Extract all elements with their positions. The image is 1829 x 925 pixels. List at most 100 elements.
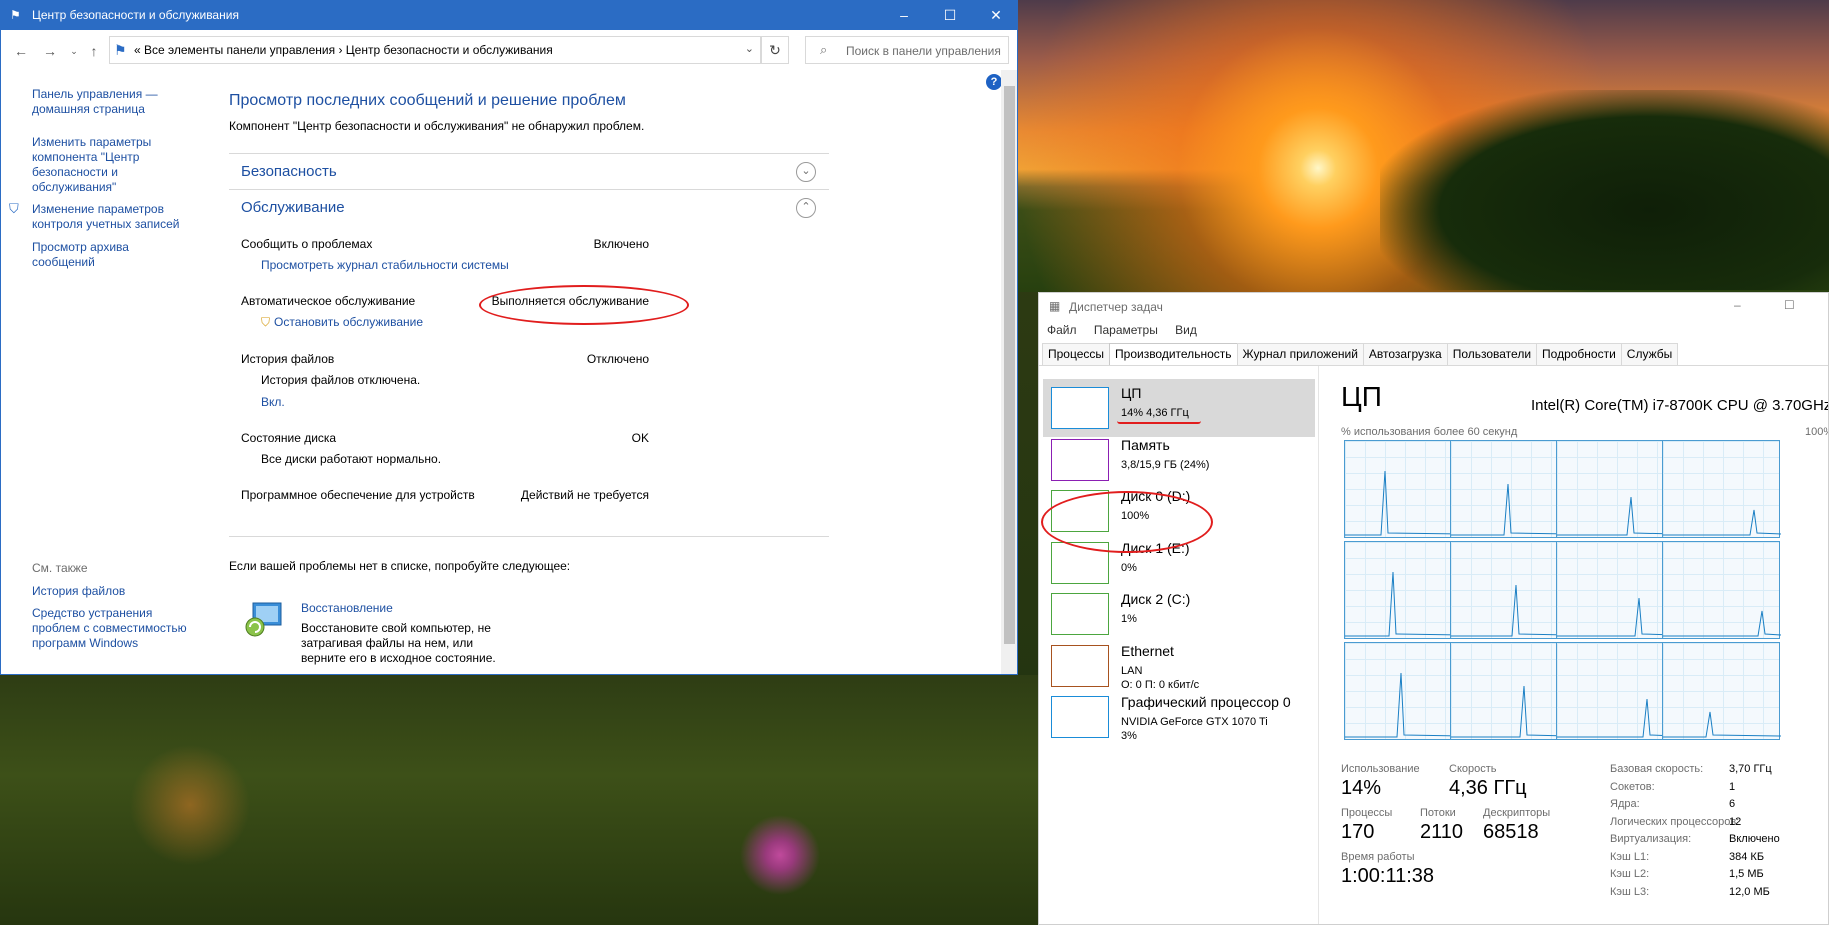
processes-label: Процессы — [1341, 807, 1393, 819]
see-also-file-history[interactable]: История файлов — [32, 584, 187, 599]
detail-value: 1 — [1729, 780, 1736, 793]
collapse-chevron-icon[interactable]: ⌃ — [796, 198, 816, 218]
back-arrow-icon[interactable]: ← — [12, 42, 30, 60]
resource-sparkline — [1051, 593, 1109, 635]
uac-shield-icon: ⛉ — [9, 201, 19, 216]
uptime-label: Время работы — [1341, 851, 1415, 863]
section-maintenance[interactable]: Обслуживание — [241, 199, 345, 216]
resource-item[interactable]: ЦП 14% 4,36 ГГц — [1043, 379, 1315, 437]
recovery-icon — [241, 599, 285, 639]
tab-performance[interactable]: Производительность — [1109, 343, 1238, 366]
expand-chevron-icon[interactable]: ⌄ — [796, 162, 816, 182]
row-value: Действий не требуется — [520, 488, 649, 502]
stability-log-link[interactable]: Просмотреть журнал стабильности системы — [261, 258, 509, 273]
help-icon[interactable]: ? — [986, 74, 1002, 90]
resource-item[interactable]: Диск 2 (C:) 1% — [1043, 585, 1315, 643]
task-manager-window: ▦ Диспетчер задач – ☐ Файл Параметры Вид… — [1038, 292, 1829, 925]
sidebar-link-change-settings[interactable]: Изменить параметры компонента "Центр без… — [32, 135, 187, 195]
maximize-button[interactable]: ☐ — [1784, 298, 1795, 312]
menu-file[interactable]: Файл — [1047, 323, 1077, 337]
tab-processes[interactable]: Процессы — [1042, 343, 1111, 365]
tab-users[interactable]: Пользователи — [1446, 343, 1538, 365]
up-arrow-icon[interactable]: ↑ — [85, 42, 103, 60]
detail-value: 12,0 МБ — [1729, 885, 1770, 898]
detail-value: 12 — [1729, 815, 1742, 828]
control-panel-window: ⚑ Центр безопасности и обслуживания – ☐ … — [0, 0, 1018, 675]
search-icon: ⌕ — [820, 42, 828, 57]
see-also-compatibility[interactable]: Средство устранения проблем с совместимо… — [32, 606, 187, 651]
flag-icon: ⚑ — [10, 8, 21, 22]
address-path[interactable]: « Все элементы панели управления › Центр… — [134, 43, 553, 57]
menu-options[interactable]: Параметры — [1094, 323, 1158, 337]
sidebar-home-link[interactable]: Панель управления — домашняя страница — [32, 87, 187, 117]
refresh-icon: ↻ — [769, 42, 781, 58]
menu-view[interactable]: Вид — [1175, 323, 1197, 337]
close-button[interactable]: ✕ — [973, 1, 1017, 30]
scrollbar-thumb[interactable] — [1004, 86, 1015, 644]
minimize-button[interactable]: – — [881, 1, 927, 30]
search-input[interactable]: ⌕ Поиск в панели управления — [805, 36, 1009, 64]
divider — [229, 189, 829, 190]
search-placeholder: Поиск в панели управления — [846, 44, 1001, 58]
detail-key: Кэш L1: — [1610, 850, 1650, 863]
row-label: Сообщить о проблемах — [241, 237, 373, 251]
core-graph — [1344, 642, 1463, 740]
core-graph — [1556, 541, 1675, 639]
resource-sparkline — [1051, 696, 1109, 738]
annotation-circle — [1041, 491, 1213, 553]
tab-bar: Процессы Производительность Журнал приложе… — [1042, 343, 1679, 366]
chevron-down-icon[interactable]: ⌄ — [745, 42, 754, 55]
recovery-description: Восстановите свой компьютер, не затрагив… — [301, 621, 496, 665]
resource-name: Память — [1121, 436, 1170, 453]
resource-value: 3,8/15,9 ГБ (24%) — [1121, 458, 1210, 471]
address-bar[interactable]: ⚑ « Все элементы панели управления › Цен… — [109, 36, 761, 64]
recent-dropdown-icon[interactable]: ⌄ — [65, 42, 83, 60]
core-graph — [1344, 440, 1463, 538]
annotation-circle — [479, 285, 689, 325]
vertical-scrollbar[interactable] — [1001, 70, 1017, 674]
stop-maintenance-label: Остановить обслуживание — [274, 315, 424, 329]
core-graph — [1450, 541, 1569, 639]
minimize-button[interactable]: – — [1734, 298, 1741, 312]
window-titlebar[interactable]: ▦ Диспетчер задач – ☐ — [1039, 293, 1828, 320]
window-titlebar[interactable]: ⚑ Центр безопасности и обслуживания – ☐ … — [1, 1, 1017, 30]
maximize-button[interactable]: ☐ — [927, 1, 973, 30]
divider — [1039, 365, 1828, 366]
resource-value-secondary: 3% — [1121, 730, 1137, 742]
tab-details[interactable]: Подробности — [1536, 343, 1622, 365]
row-value: Отключено — [586, 352, 649, 366]
enable-file-history-link[interactable]: Вкл. — [261, 395, 285, 410]
resource-name: ЦП — [1121, 385, 1142, 401]
resource-item[interactable]: Графический процессор 0 NVIDIA GeForce GT… — [1043, 688, 1315, 746]
resource-value: NVIDIA GeForce GTX 1070 Ti — [1121, 716, 1268, 728]
divider — [229, 153, 829, 154]
tab-services[interactable]: Службы — [1620, 343, 1679, 365]
section-security[interactable]: Безопасность — [241, 163, 337, 180]
core-graph — [1450, 440, 1569, 538]
graph-caption: % использования более 60 секунд — [1341, 426, 1518, 438]
resource-sparkline — [1051, 644, 1109, 687]
sidebar-link-uac[interactable]: Изменение параметров контроля учетных за… — [32, 202, 187, 232]
resource-item[interactable]: Ethernet LAN О: 0 П: 0 кбит/с — [1043, 637, 1315, 695]
core-graph — [1662, 642, 1781, 740]
cpu-core-graphs — [1344, 440, 1828, 745]
row-value: OK — [631, 431, 649, 445]
recovery-link[interactable]: Восстановление — [301, 601, 393, 616]
graph-max-label: 100% — [1805, 426, 1828, 438]
tab-app-history[interactable]: Журнал приложений — [1236, 343, 1364, 365]
detail-key: Ядра: — [1610, 798, 1640, 810]
sidebar-link-archive[interactable]: Просмотр архива сообщений — [32, 240, 187, 270]
core-graph — [1662, 541, 1781, 639]
cpu-heading: ЦП — [1341, 381, 1382, 412]
tab-startup[interactable]: Автозагрузка — [1362, 343, 1448, 365]
divider — [1318, 366, 1319, 924]
forward-arrow-icon[interactable]: → — [41, 42, 59, 60]
stop-maintenance-link[interactable]: ⛉ Остановить обслуживание — [261, 315, 423, 330]
refresh-button[interactable]: ↻ — [761, 36, 789, 64]
speed-label: Скорость — [1449, 763, 1497, 775]
usage-label: Использование — [1341, 763, 1420, 775]
resource-value: 14% 4,36 ГГц — [1121, 407, 1189, 419]
uptime-value: 1:00:11:38 — [1341, 865, 1435, 887]
resource-value: 0% — [1121, 561, 1137, 574]
resource-item[interactable]: Память 3,8/15,9 ГБ (24%) — [1043, 431, 1315, 489]
